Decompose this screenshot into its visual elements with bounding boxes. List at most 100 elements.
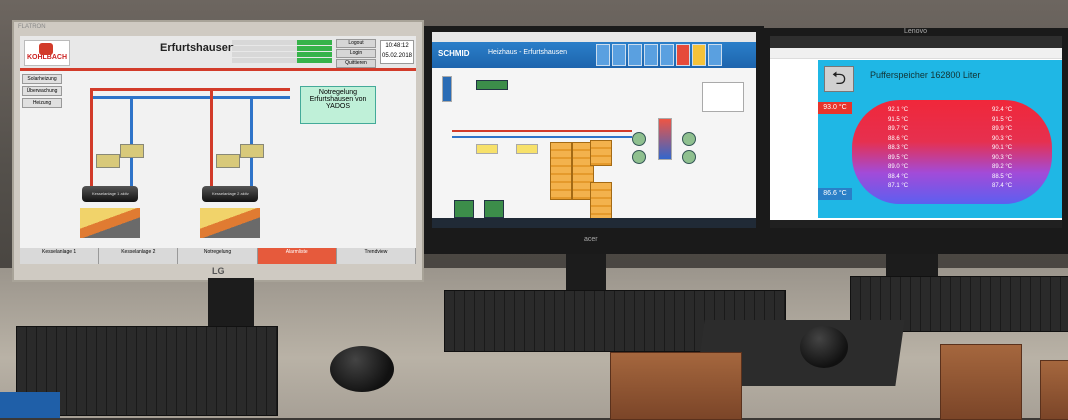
heat-exchanger-4[interactable] [682, 150, 696, 164]
tab-boiler-1[interactable]: Kesselanlage 1 [20, 248, 100, 264]
supply-line [452, 130, 632, 132]
settings-icon[interactable] [708, 44, 722, 66]
toolbar-icons [596, 44, 722, 66]
left-temp-1: 92.1 °C [888, 107, 909, 113]
buffer-title: Pufferspeicher 162800 Liter [870, 70, 981, 80]
tab-boiler-2[interactable]: Kesselanlage 2 [99, 248, 179, 264]
right-temp-7: 89.2 °C [992, 164, 1013, 170]
supply-pipe-vertical-1 [90, 88, 93, 198]
wooden-block-2 [940, 344, 1022, 420]
date-text: 05.02.2018 [381, 53, 413, 59]
scada-header: SCHMID Heizhaus - Erfurtshausen [432, 42, 756, 68]
right-temp-4: 90.3 °C [992, 135, 1013, 142]
chart-icon[interactable] [628, 44, 642, 66]
monitor-brand-lenovo: Lenovo [904, 28, 927, 35]
heat-exchanger-2[interactable] [632, 150, 646, 164]
taskbar [432, 218, 756, 228]
right-temp-column: 92.4 °C 91.5 °C 89.9 °C 90.3 °C 90.1 °C … [992, 106, 1012, 192]
scada-logo: SCHMID [438, 49, 470, 58]
monitor-brand-lg: LG [212, 266, 225, 276]
left-temp-3: 89.7 °C [888, 126, 909, 132]
browser-toolbar [770, 48, 1062, 59]
bezel-brand: FLATRON [18, 24, 46, 30]
right-temp-1: 92.4 °C [992, 107, 1013, 113]
plant-icon[interactable] [612, 44, 626, 66]
heat-exchanger-1[interactable] [632, 132, 646, 146]
monitor-left: FLATRON KOHLBACH Erfurtshausen Logout Lo… [12, 20, 424, 282]
tab-alarms[interactable]: Alarmliste [257, 248, 337, 264]
pump-panel-2[interactable] [484, 200, 504, 218]
boiler-1-label: Kesselanlage 1 aktiv [92, 191, 129, 196]
status-checkboxes [476, 80, 508, 90]
side-menu: Solarheizung Überwachung Heizung [22, 74, 62, 110]
mouse-right[interactable] [800, 326, 848, 368]
right-temp-5: 90.1 °C [992, 145, 1013, 151]
list-icon[interactable] [660, 44, 674, 66]
blue-object [0, 392, 60, 418]
sensor-box-2 [120, 144, 144, 158]
monitor-right: Lenovo ⮌ Pufferspeicher 162800 Liter 93.… [764, 28, 1068, 254]
status-indicators [232, 40, 332, 64]
supply-pipe [90, 88, 290, 91]
back-arrow-icon[interactable]: ⮌ [824, 66, 854, 92]
side-button-solar[interactable]: Solarheizung [22, 74, 62, 84]
left-temp-2: 91.5 °C [888, 116, 909, 123]
left-temp-8: 88.4 °C [888, 173, 909, 180]
left-temp-column: 92.1 °C 91.5 °C 89.7 °C 88.6 °C 88.3 °C … [888, 106, 908, 192]
header-bar: KOHLBACH Erfurtshausen Logout Login Quit… [20, 36, 416, 71]
temp-return: 86.6 °C [818, 188, 852, 200]
stand-center [566, 254, 606, 294]
right-temp-2: 91.5 °C [992, 116, 1013, 123]
side-button-heating[interactable]: Heizung [22, 98, 62, 108]
sensor-box-1 [96, 154, 120, 168]
feed-screw-2 [200, 208, 260, 238]
home-icon[interactable] [596, 44, 610, 66]
indicator-bar [442, 76, 452, 102]
silo-4 [590, 182, 612, 220]
screen-left: KOHLBACH Erfurtshausen Logout Login Quit… [20, 36, 416, 264]
tab-emergency[interactable]: Notregelung [178, 248, 258, 264]
left-temp-6: 89.5 °C [888, 154, 909, 161]
buffer-app: ⮌ Pufferspeicher 162800 Liter 93.0 °C 86… [818, 60, 1062, 218]
buffer-tank-graphic: 92.1 °C 91.5 °C 89.7 °C 88.6 °C 88.3 °C … [852, 100, 1052, 204]
side-button-monitoring[interactable]: Überwachung [22, 86, 62, 96]
supply-pipe-vertical-2 [210, 88, 213, 198]
window-titlebar [770, 36, 1062, 48]
return-line [452, 136, 632, 138]
stand-left [208, 278, 254, 328]
screen-center: SCHMID Heizhaus - Erfurtshausen [432, 32, 756, 228]
trend-icon[interactable] [644, 44, 658, 66]
left-temp-4: 88.6 °C [888, 135, 909, 142]
boiler-1[interactable]: Kesselanlage 1 aktiv [82, 186, 138, 202]
pump-panel-1[interactable] [454, 200, 474, 218]
warning-icon[interactable] [692, 44, 706, 66]
tab-trend[interactable]: Trendview [336, 248, 416, 264]
monitor-center: SCHMID Heizhaus - Erfurtshausen acer [424, 26, 764, 254]
boiler-2-label: Kesselanlage 2 aktiv [212, 191, 249, 196]
wooden-block-3 [1040, 360, 1068, 420]
value-box-1 [476, 144, 498, 154]
acknowledge-button[interactable]: Quittieren [336, 59, 376, 68]
temp-supply: 93.0 °C [818, 102, 852, 114]
left-temp-5: 88.3 °C [888, 145, 909, 151]
taskbar-right [770, 220, 1062, 228]
mouse-left[interactable] [330, 346, 394, 392]
right-temp-6: 90.3 °C [992, 154, 1013, 161]
monitor-brand-acer: acer [584, 236, 598, 243]
silo-1 [550, 142, 572, 200]
heat-exchanger-3[interactable] [682, 132, 696, 146]
buffer-tank [658, 118, 672, 160]
login-button[interactable]: Login [336, 49, 376, 58]
logout-button[interactable]: Logout [336, 39, 376, 48]
info-panel [702, 82, 744, 112]
boiler-2[interactable]: Kesselanlage 2 aktiv [202, 186, 258, 202]
page-title: Erfurtshausen [160, 42, 235, 54]
left-temp-7: 89.0 °C [888, 164, 909, 170]
right-temp-3: 89.9 °C [992, 126, 1013, 132]
time-text: 10:48:12 [385, 43, 409, 49]
header-buttons: Logout Login Quittieren [336, 39, 376, 69]
sensor-box-3 [216, 154, 240, 168]
feed-screw-1 [80, 208, 140, 238]
alarm-icon[interactable] [676, 44, 690, 66]
bottom-tab-bar: Kesselanlage 1 Kesselanlage 2 Notregelun… [20, 248, 416, 264]
